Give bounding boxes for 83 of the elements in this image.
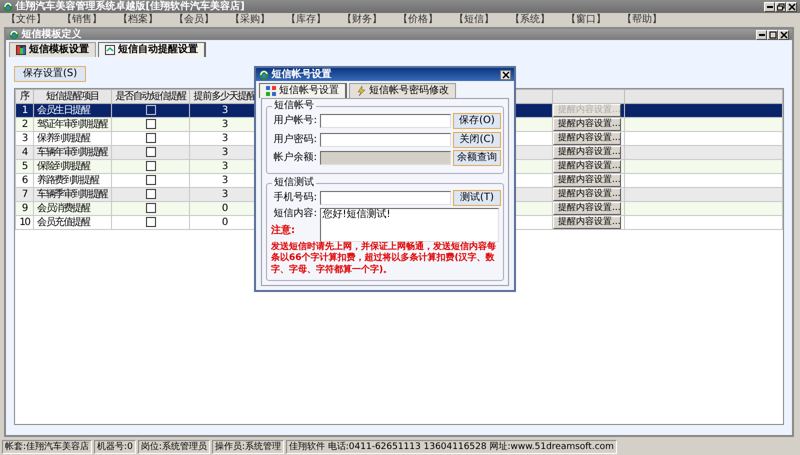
column-header: 是否自动短信提醒	[112, 90, 190, 104]
window-logo-icon	[9, 30, 19, 40]
menu-item[interactable]: 【窗口】	[564, 14, 608, 26]
menu-item[interactable]: 【销售】	[60, 14, 104, 26]
action-button[interactable]: 关闭(C)	[453, 132, 501, 148]
menu-item[interactable]: 【短信】	[452, 14, 496, 26]
status-field: 帐套:佳翔汽车美容店	[2, 440, 92, 454]
close-button[interactable]	[500, 70, 511, 80]
reminder-content-button[interactable]: 提醒内容设置...	[554, 216, 621, 228]
input-field[interactable]	[320, 190, 450, 204]
message-field[interactable]: 您好!短信测试!	[320, 208, 499, 242]
group-label: 短信测试	[272, 176, 316, 188]
window-title: 佳翔汽车美容管理系统卓越版[佳翔软件汽车美容店]	[16, 0, 245, 12]
field-label: 用户密码:	[272, 134, 317, 146]
input-field[interactable]	[320, 132, 450, 146]
column-header: 短信提醒项目	[34, 90, 112, 104]
status-field: 佳翔软件 电话:0411-62651113 13604116528 网址:www.51dreamsoft.com	[286, 440, 617, 454]
minimize-icon	[758, 34, 764, 36]
menu-item[interactable]: 【帮助】	[620, 14, 664, 26]
checkbox[interactable]	[146, 188, 156, 199]
grid-icon	[266, 86, 276, 96]
close-icon	[780, 30, 788, 38]
checkbox[interactable]	[146, 202, 156, 213]
close-button[interactable]	[778, 30, 789, 40]
action-button[interactable]: 保存(O)	[453, 113, 501, 129]
checkbox[interactable]	[146, 160, 156, 171]
field-label: 手机号码:	[272, 192, 317, 204]
reminder-content-button[interactable]: 提醒内容设置...	[554, 174, 621, 186]
field-label: 用户帐号:	[272, 115, 317, 127]
menu-item[interactable]: 【财务】	[340, 14, 384, 26]
maximize-icon	[768, 30, 776, 38]
menu-item[interactable]: 【价格】	[396, 14, 440, 26]
checkbox[interactable]	[146, 118, 156, 129]
status-field: 机器号:0	[94, 440, 136, 454]
chart-icon	[16, 45, 26, 55]
minimize-icon	[766, 6, 772, 8]
group-label: 短信帐号	[272, 100, 316, 112]
checkbox[interactable]	[146, 174, 156, 185]
restore-button[interactable]	[775, 2, 786, 12]
tab[interactable]: 短信帐号设置	[259, 83, 347, 98]
child-window-title: 短信模板定义	[22, 28, 82, 40]
reminder-content-button[interactable]: 提醒内容设置...	[554, 202, 621, 214]
table-cell: 会员生日提醒	[34, 104, 112, 118]
table-cell: 1	[16, 104, 34, 118]
warning-text: 发送短信时请先上网，并保证上网畅通，发送短信内容每条以66个字计算扣费，超过将以多条计算扣费(汉字、数字、字母、字符都算一个字)。	[271, 242, 497, 276]
checkbox[interactable]	[146, 216, 156, 227]
menu-item[interactable]: 【文件】	[4, 14, 48, 26]
minimize-button[interactable]	[764, 2, 775, 12]
reminder-content-button[interactable]: 提醒内容设置...	[554, 132, 621, 144]
restore-icon	[776, 2, 784, 10]
menu-item[interactable]: 【系统】	[508, 14, 552, 26]
test-button[interactable]: 测试(T)	[453, 190, 501, 206]
app-logo-icon	[3, 2, 13, 12]
status-field: 操作员:系统管理	[212, 440, 284, 454]
tab[interactable]: 短信模板设置	[9, 42, 96, 57]
dialog-title: 短信帐号设置	[272, 68, 332, 80]
checkbox[interactable]	[146, 132, 156, 143]
menu-item[interactable]: 【档案】	[116, 14, 160, 26]
menu-item[interactable]: 【会员】	[172, 14, 216, 26]
table-cell: 10	[16, 216, 34, 230]
close-button[interactable]	[786, 2, 797, 12]
close-icon	[502, 70, 510, 78]
dialog-logo-icon	[259, 70, 269, 80]
minimize-button[interactable]	[756, 30, 767, 40]
status-field: 岗位:系统管理员	[138, 440, 210, 454]
lightning-icon	[356, 86, 366, 96]
reminder-content-button[interactable]: 提醒内容设置...	[554, 188, 621, 200]
menu-item[interactable]: 【采购】	[228, 14, 272, 26]
window-icon	[105, 45, 115, 55]
maximize-button[interactable]	[767, 30, 778, 40]
field-label: 帐户余额:	[272, 152, 317, 164]
field-label: 短信内容:	[272, 208, 317, 220]
reminder-content-button[interactable]: 提醒内容设置...	[554, 118, 621, 130]
save-settings-button[interactable]: 保存设置(S)	[14, 66, 86, 82]
tab[interactable]: 短信自动提醒设置	[98, 42, 206, 57]
menu-item[interactable]: 【库存】	[284, 14, 328, 26]
checkbox[interactable]	[146, 146, 156, 157]
reminder-content-button[interactable]: 提醒内容设置...	[554, 146, 621, 158]
note-label: 注意:	[271, 225, 296, 238]
reminder-content-button[interactable]: 提醒内容设置...	[554, 160, 621, 172]
tab[interactable]: 短信帐号密码修改	[349, 83, 456, 98]
input-field[interactable]	[320, 114, 450, 128]
close-icon	[788, 2, 796, 10]
